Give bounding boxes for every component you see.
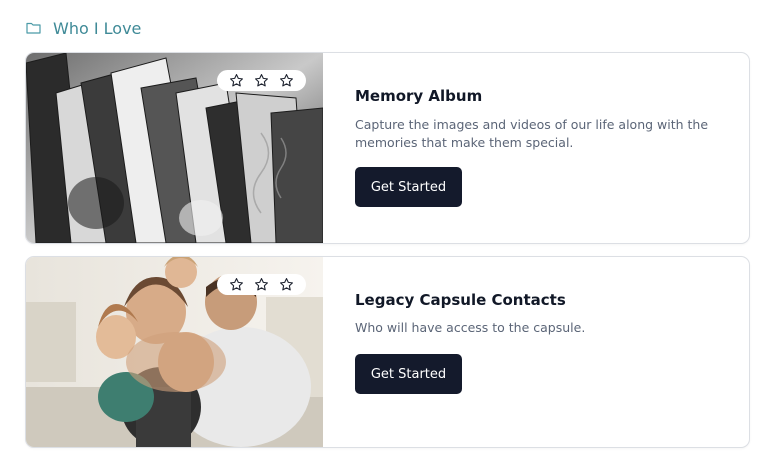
breadcrumb-link[interactable]: Who I Love — [53, 19, 141, 38]
get-started-button[interactable]: Get Started — [355, 354, 462, 394]
memory-album-image — [26, 53, 323, 243]
card-description: Who will have access to the capsule. — [355, 320, 586, 335]
star-icon[interactable] — [254, 73, 269, 88]
star-icon[interactable] — [229, 277, 244, 292]
star-icon[interactable] — [279, 73, 294, 88]
star-icon[interactable] — [254, 277, 269, 292]
star-icon[interactable] — [279, 277, 294, 292]
breadcrumb: Who I Love — [26, 17, 141, 39]
memory-album-card: Memory Album Capture the images and vide… — [25, 52, 750, 244]
legacy-contacts-image — [26, 257, 323, 447]
folder-icon — [26, 22, 41, 34]
card-description: Capture the images and videos of our lif… — [355, 117, 709, 150]
card-title: Legacy Capsule Contacts — [355, 291, 566, 309]
get-started-button[interactable]: Get Started — [355, 167, 462, 207]
card-title: Memory Album — [355, 87, 483, 105]
star-icon[interactable] — [229, 73, 244, 88]
legacy-capsule-contacts-card: Legacy Capsule Contacts Who will have ac… — [25, 256, 750, 448]
star-rating — [217, 274, 306, 295]
star-rating — [217, 70, 306, 91]
